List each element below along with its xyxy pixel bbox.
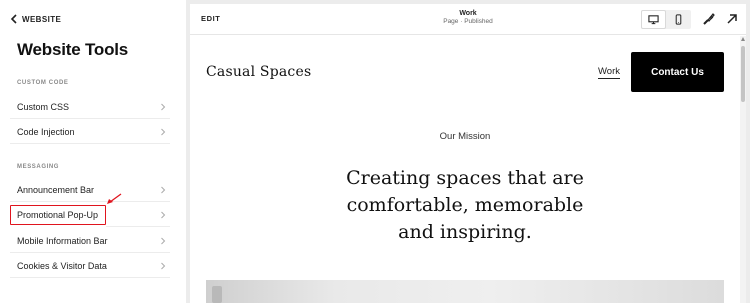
sidebar-item-label: Mobile Information Bar: [17, 235, 108, 246]
hero-image-shape: [212, 286, 222, 303]
annotation-arrow-icon: [107, 193, 122, 204]
panel-title: Website Tools: [17, 40, 129, 59]
chevron-right-icon: [161, 186, 166, 193]
sidebar-item-promotional-popup[interactable]: Promotional Pop-Up: [10, 205, 106, 225]
site-preview-frame: EDIT Work Page · Published Casual Spaces…: [190, 4, 746, 303]
sidebar-item-label: Custom CSS: [17, 101, 70, 112]
sidebar-item-label: Announcement Bar: [17, 184, 95, 195]
desktop-view-button[interactable]: [641, 10, 666, 29]
hero-image: [206, 280, 724, 303]
sidebar-item-code-injection[interactable]: Code Injection: [10, 120, 170, 144]
sidebar-panel: WEBSITE Website Tools CUSTOM CODE Custom…: [0, 0, 186, 303]
chevron-right-icon: [161, 211, 166, 218]
hero-headline: Creating spaces that are comfortable, me…: [346, 167, 584, 243]
sidebar-item-custom-css[interactable]: Custom CSS: [10, 95, 170, 119]
sidebar-item-label: Promotional Pop-Up: [17, 210, 99, 220]
sidebar-item-cookies-visitor-data[interactable]: Cookies & Visitor Data: [10, 254, 170, 278]
sidebar-item-announcement-bar[interactable]: Announcement Bar: [10, 178, 170, 202]
scroll-thumb[interactable]: [741, 46, 745, 102]
back-label: WEBSITE: [22, 14, 62, 24]
site-logo[interactable]: Casual Spaces: [206, 64, 311, 80]
chevron-right-icon: [161, 237, 166, 244]
external-link-icon[interactable]: [725, 12, 739, 26]
scroll-up-arrow-icon[interactable]: [741, 37, 745, 41]
site-canvas: Casual Spaces Work Contact Us Our Missio…: [190, 36, 740, 303]
nav-link-work[interactable]: Work: [598, 66, 620, 79]
mobile-view-button[interactable]: [666, 10, 691, 29]
device-toggle: [641, 10, 691, 29]
chevron-left-icon: [10, 14, 17, 24]
mobile-icon: [675, 14, 682, 25]
sidebar-item-label: Cookies & Visitor Data: [17, 260, 107, 271]
preview-scrollbar[interactable]: [740, 36, 746, 303]
preview-toolbar: EDIT Work Page · Published: [190, 4, 746, 35]
style-brush-icon[interactable]: [702, 12, 716, 26]
mission-label: Our Mission: [439, 131, 491, 142]
chevron-right-icon: [161, 103, 166, 110]
section-label-messaging: MESSAGING: [17, 164, 60, 170]
contact-us-button[interactable]: Contact Us: [631, 52, 724, 92]
back-to-website-link[interactable]: WEBSITE: [10, 12, 61, 26]
chevron-right-icon: [161, 262, 166, 269]
chevron-right-icon: [161, 128, 166, 135]
sidebar-item-label: Code Injection: [17, 126, 75, 137]
desktop-icon: [648, 15, 659, 25]
app-window: WEBSITE Website Tools CUSTOM CODE Custom…: [0, 0, 750, 303]
section-label-custom-code: CUSTOM CODE: [17, 80, 69, 86]
sidebar-item-mobile-information-bar[interactable]: Mobile Information Bar: [10, 229, 170, 253]
